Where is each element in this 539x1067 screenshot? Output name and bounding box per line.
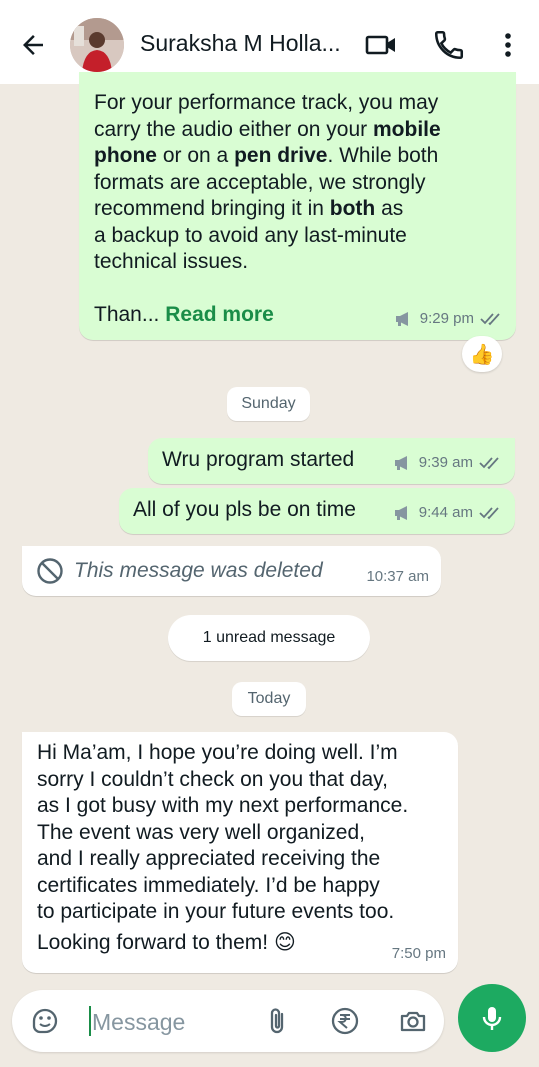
unread-divider: 1 unread message (168, 615, 370, 661)
message-line: recommend bringing it in both as (94, 197, 404, 220)
camera-icon[interactable] (398, 1006, 428, 1036)
message-meta: 9:44 am (393, 500, 501, 527)
date-divider: Today (232, 682, 306, 716)
message-line: as I got busy with my next performance. (37, 794, 409, 817)
avatar[interactable] (70, 18, 124, 72)
message-meta: 9:39 am (393, 450, 501, 477)
message-time: 9:39 am (418, 453, 473, 471)
message-meta: 7:50 pm (392, 941, 446, 968)
sticker-icon[interactable] (30, 1006, 60, 1036)
mic-button[interactable] (458, 984, 526, 1052)
message-line: phone or on a pen drive. While both (94, 144, 439, 167)
attach-icon[interactable] (264, 1006, 292, 1036)
truncated-text: Than... (94, 302, 160, 326)
message-line: For your performance track, you may (94, 91, 439, 114)
message-text: Hi Ma’am, I hope you’re doing well. I’m … (37, 740, 457, 956)
message-time: 9:44 am (418, 503, 473, 521)
outgoing-message[interactable]: For your performance track, you may carr… (79, 72, 516, 340)
reaction-badge[interactable]: 👍 (462, 336, 502, 372)
mic-icon (482, 1007, 502, 1030)
rupee-icon[interactable] (330, 1006, 360, 1036)
message-text: This message was deleted (74, 559, 323, 582)
message-line: technical issues. (94, 250, 249, 273)
more-options-icon[interactable] (491, 28, 525, 62)
message-input[interactable]: Message (92, 1009, 185, 1036)
incoming-message[interactable]: Hi Ma’am, I hope you’re doing well. I’m … (22, 732, 458, 973)
thumbs-up-icon: 👍 (469, 343, 495, 366)
megaphone-icon (394, 455, 407, 470)
message-meta: 10:37 am (366, 564, 429, 591)
message-input-bar: Message (12, 990, 444, 1052)
message-line: and I really appreciated receiving the (37, 847, 381, 870)
message-text: All of you pls be on time (133, 498, 356, 521)
deleted-icon (37, 558, 63, 584)
megaphone-icon (395, 311, 408, 326)
phone-icon[interactable] (432, 28, 466, 62)
video-call-icon[interactable] (364, 28, 398, 62)
double-check-icon (479, 457, 499, 470)
double-check-icon (479, 507, 499, 520)
message-text: For your performance track, you may carr… (94, 90, 509, 328)
outgoing-message[interactable]: Wru program started 9:39 am (148, 438, 515, 484)
message-line: carry the audio either on your mobile (94, 117, 441, 141)
incoming-deleted-message[interactable]: This message was deleted 10:37 am (22, 546, 441, 596)
megaphone-icon (394, 505, 407, 520)
read-more-link[interactable]: Read more (165, 303, 274, 326)
message-time: 9:29 pm (419, 309, 474, 327)
contact-name[interactable]: Suraksha M Holla... (140, 30, 341, 57)
message-text: Wru program started (162, 448, 355, 471)
date-divider: Sunday (227, 387, 310, 421)
message-time: 7:50 pm (391, 944, 446, 962)
message-line: The event was very well organized, (37, 820, 365, 844)
message-line: to participate in your future events too… (37, 900, 395, 923)
bottom-strip (0, 1058, 539, 1067)
outgoing-message[interactable]: All of you pls be on time 9:44 am (119, 488, 515, 534)
message-line: a backup to avoid any last-minute (94, 223, 407, 247)
message-time: 10:37 am (366, 567, 429, 585)
message-line: sorry I couldn’t check on you that day, (37, 767, 388, 791)
text-cursor (89, 1006, 91, 1036)
message-line: certificates immediately. I’d be happy (37, 873, 380, 897)
message-line: formats are acceptable, we strongly (94, 170, 426, 194)
back-arrow-icon[interactable] (18, 30, 48, 60)
message-line: Hi Ma’am, I hope you’re doing well. I’m (37, 741, 398, 764)
message-meta: 9:29 pm (394, 306, 502, 333)
double-check-icon (480, 313, 500, 326)
